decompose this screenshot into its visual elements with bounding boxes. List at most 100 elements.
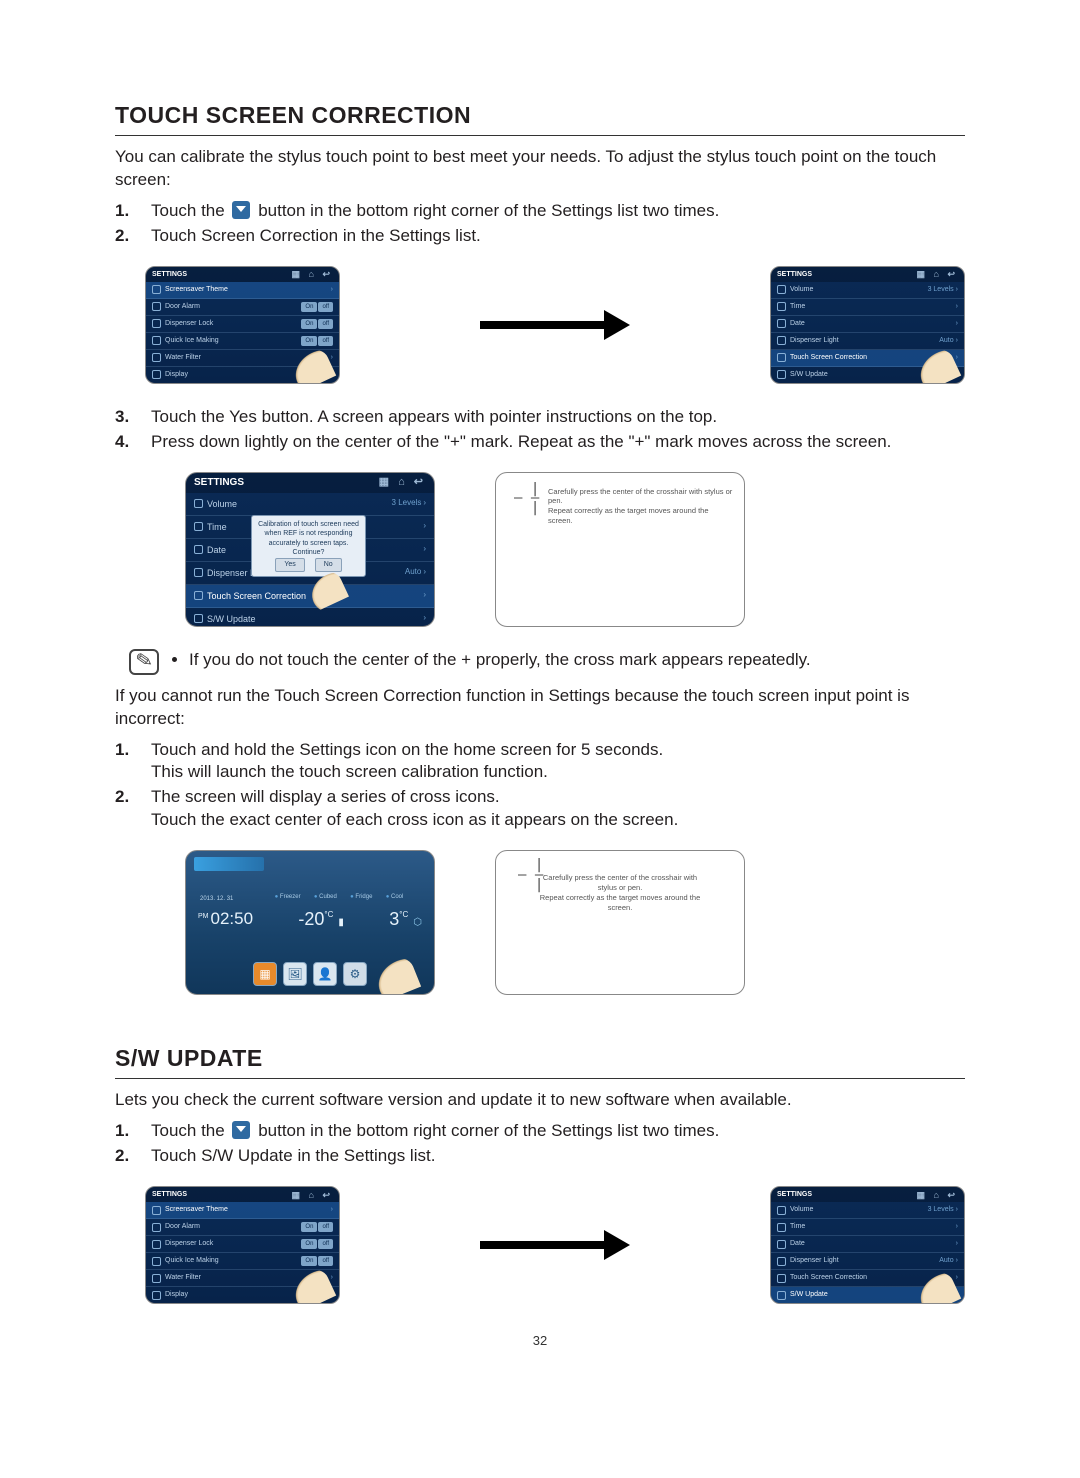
- row-label: Touch Screen Correction: [207, 590, 306, 602]
- volume-icon: [777, 1206, 786, 1215]
- settings-screen-a: SETTINGS ▦ ⌂ ↩ Screensaver Theme› Door A…: [145, 266, 340, 384]
- clock-time: 02:50: [211, 909, 254, 928]
- panel-title: SETTINGS: [194, 476, 244, 490]
- note-list: If you do not touch the center of the + …: [189, 649, 811, 672]
- row-value: Auto: [939, 336, 953, 345]
- calibration-instruction: Carefully press the center of the crossh…: [548, 487, 734, 526]
- section-heading-touch: TOUCH SCREEN CORRECTION: [115, 100, 965, 136]
- toggle: Onoff: [301, 1222, 333, 1232]
- popup-no-button[interactable]: No: [315, 558, 342, 571]
- figure-row-1: SETTINGS ▦ ⌂ ↩ Screensaver Theme› Door A…: [145, 266, 965, 384]
- row-value: 3 Levels: [392, 498, 422, 509]
- step-text: Touch the Yes button. A screen appears w…: [151, 406, 965, 429]
- dispenser-light-icon: [194, 568, 203, 577]
- arrow-right-icon: [480, 316, 630, 334]
- step-text: Touch the button in the bottom right cor…: [151, 1120, 965, 1143]
- row-label: Display: [165, 370, 188, 379]
- dispenser-lock-icon: [152, 1240, 161, 1249]
- home-screen: 2013. 12. 31 Freezer Cubed Fridge Cool P…: [185, 850, 435, 995]
- step-text-after: button in the bottom right corner of the…: [258, 1121, 719, 1140]
- intro-text: You can calibrate the stylus touch point…: [115, 146, 965, 192]
- note-item: If you do not touch the center of the + …: [189, 649, 811, 672]
- home-date: 2013. 12. 31: [200, 895, 233, 903]
- cal-line2: Repeat correctly as the target moves aro…: [540, 893, 701, 912]
- figure-row-sw: SETTINGS ▦ ⌂ ↩ Screensaver Theme› Door A…: [145, 1186, 965, 1304]
- dispenser-lock-icon: [152, 319, 161, 328]
- sw-intro: Lets you check the current software vers…: [115, 1089, 965, 1112]
- step-text: Touch Screen Correction in the Settings …: [151, 225, 965, 248]
- time-icon: [777, 302, 786, 311]
- toggle: Onoff: [301, 319, 333, 329]
- screensaver-icon: [152, 1206, 161, 1215]
- step-number: 2.: [115, 225, 151, 248]
- volume-icon: [194, 499, 203, 508]
- calibration-screen-2: | — — | Carefully press the center of th…: [495, 850, 745, 995]
- screensaver-icon: [152, 285, 161, 294]
- popup-yes-button[interactable]: Yes: [275, 558, 304, 571]
- row-label: S/W Update: [207, 613, 256, 625]
- row-label: Quick Ice Making: [165, 1256, 219, 1265]
- steps-a: 1. Touch the button in the bottom right …: [115, 200, 965, 248]
- dock-app-1-icon: ▦: [253, 962, 277, 986]
- step-text: Touch and hold the Settings icon on the …: [151, 739, 965, 785]
- header-icons: ▦ ⌂ ↩: [379, 475, 426, 490]
- step-line: The screen will display a series of cros…: [151, 787, 500, 806]
- panel-title: SETTINGS: [777, 270, 812, 279]
- quick-ice-icon: [152, 1257, 161, 1266]
- home-widget-bar: [194, 857, 264, 871]
- panel-title: SETTINGS: [152, 1190, 187, 1199]
- calibration-instruction: Carefully press the center of the crossh…: [536, 873, 704, 912]
- settings-screen-popup: SETTINGS ▦ ⌂ ↩ Volume3 Levels › Time› Da…: [185, 472, 435, 627]
- date-icon: [194, 545, 203, 554]
- row-label: Time: [790, 1222, 805, 1231]
- temp-value: -20: [298, 909, 324, 929]
- popup-message: Calibration of touch screen need when RE…: [257, 520, 360, 558]
- figure-row-3: 2013. 12. 31 Freezer Cubed Fridge Cool P…: [185, 850, 965, 995]
- row-label: S/W Update: [790, 1290, 828, 1299]
- step-number: 4.: [115, 431, 151, 454]
- row-value: Auto: [405, 567, 421, 578]
- label-cool: Cool: [386, 893, 404, 901]
- row-value: Auto: [939, 1256, 953, 1265]
- row-label: Date: [790, 1239, 805, 1248]
- volume-icon: [777, 285, 786, 294]
- crosshair-icon: | — — |: [514, 485, 539, 514]
- row-label: Date: [790, 319, 805, 328]
- quick-ice-icon: [152, 336, 161, 345]
- row-label: Volume: [207, 498, 237, 510]
- cal-line1: Carefully press the center of the crossh…: [543, 873, 697, 892]
- date-icon: [777, 319, 786, 328]
- step-number: 1.: [115, 200, 151, 223]
- figure-row-2: SETTINGS ▦ ⌂ ↩ Volume3 Levels › Time› Da…: [185, 472, 965, 627]
- header-icons: ▦ ⌂ ↩: [292, 268, 333, 280]
- display-icon: [152, 1291, 161, 1300]
- header-icons: ▦ ⌂ ↩: [917, 1189, 958, 1201]
- step-text: Touch S/W Update in the Settings list.: [151, 1145, 965, 1168]
- header-icons: ▦ ⌂ ↩: [917, 268, 958, 280]
- step-line: This will launch the touch screen calibr…: [151, 762, 548, 781]
- step-text: Press down lightly on the center of the …: [151, 431, 965, 454]
- row-label: Time: [790, 302, 805, 311]
- note-icon: [129, 649, 159, 675]
- touch-correction-icon: [194, 591, 203, 600]
- water-filter-icon: [152, 353, 161, 362]
- alt-intro: If you cannot run the Touch Screen Corre…: [115, 685, 965, 731]
- step-number: 3.: [115, 406, 151, 429]
- row-label: Dispenser Light: [790, 336, 839, 345]
- row-label: Volume: [790, 1205, 813, 1214]
- row-label: Volume: [790, 285, 813, 294]
- step-line: Touch the exact center of each cross ico…: [151, 810, 678, 829]
- row-label: Dispenser Lock: [165, 1239, 213, 1248]
- steps-b: 3. Touch the Yes button. A screen appear…: [115, 406, 965, 454]
- label-cubed: Cubed: [314, 893, 337, 901]
- step-number: 2.: [115, 786, 151, 809]
- row-label: Dispenser Light: [790, 1256, 839, 1265]
- section-heading-sw: S/W UPDATE: [115, 1043, 965, 1079]
- label-freezer: Freezer: [275, 893, 301, 901]
- dock-settings-icon[interactable]: ⚙: [343, 962, 367, 986]
- sw-steps: 1. Touch the button in the bottom right …: [115, 1120, 965, 1168]
- row-label: Dispenser Lock: [165, 319, 213, 328]
- row-label: Quick Ice Making: [165, 336, 219, 345]
- row-label: Dispenser Li: [207, 567, 257, 579]
- dock-app-3-icon: 👤: [313, 962, 337, 986]
